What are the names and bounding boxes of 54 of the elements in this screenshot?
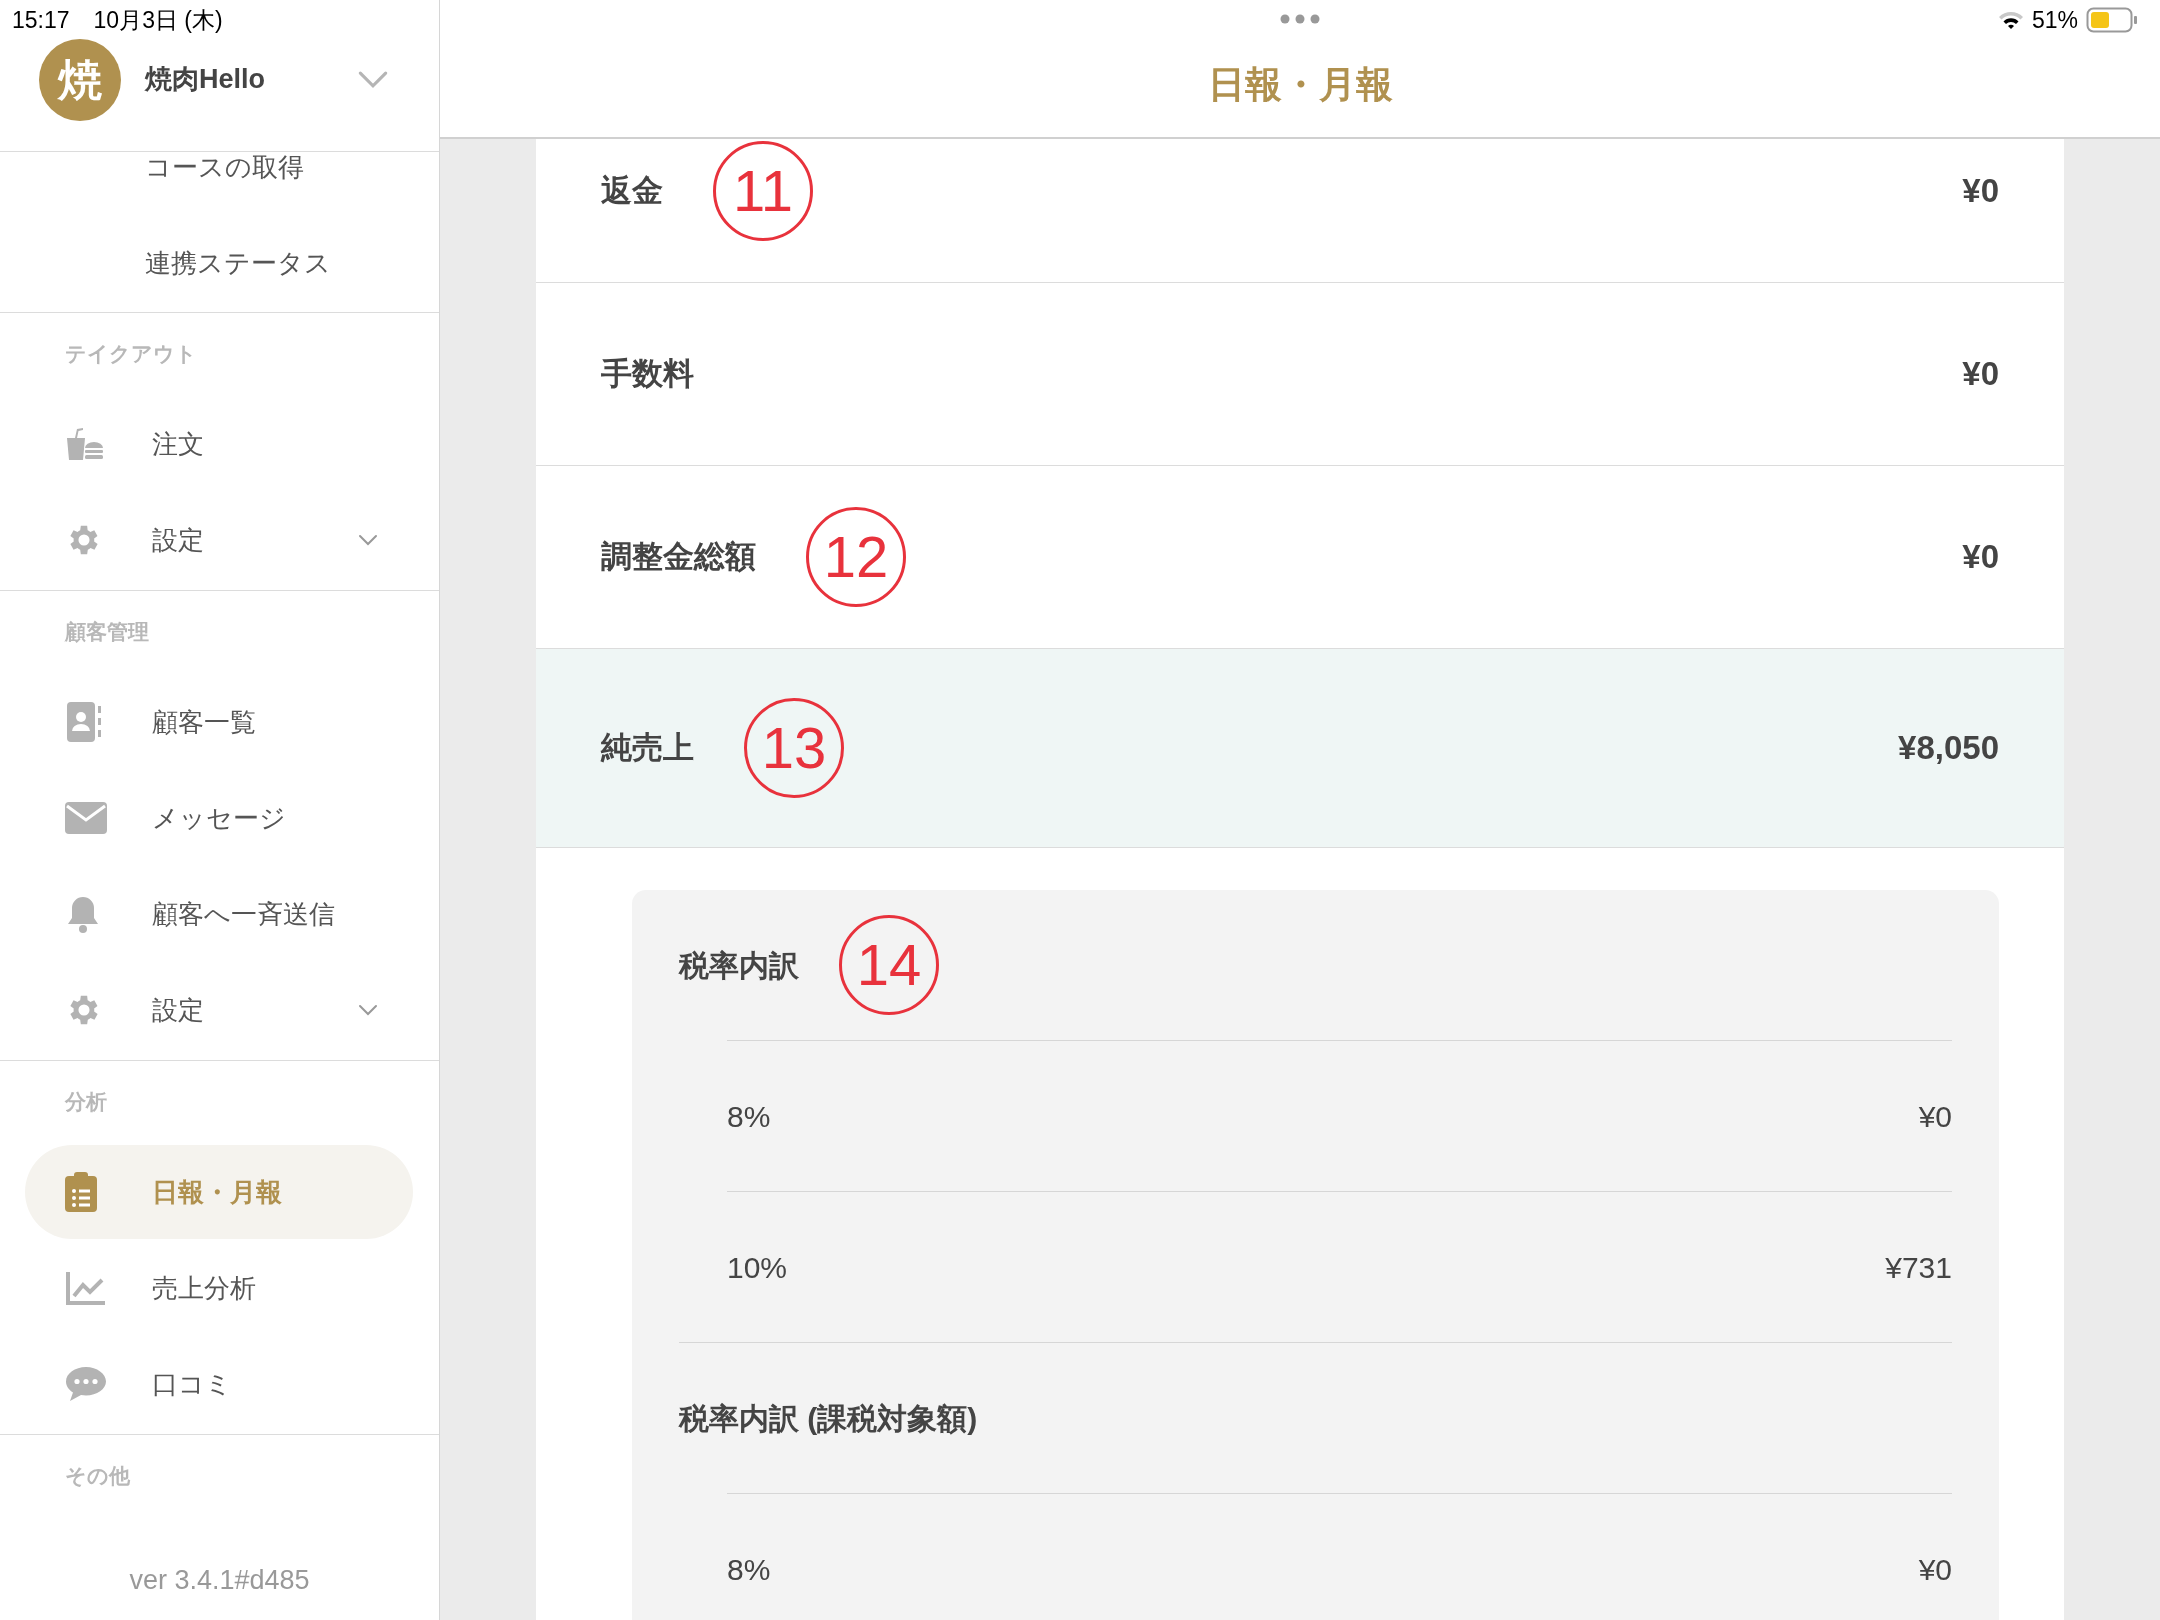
chevron-down-icon[interactable] [358, 1004, 378, 1016]
tax-amount: ¥0 [1918, 1551, 1952, 1588]
annotation-marker: 11 [713, 141, 813, 241]
sidebar-item[interactable]: 設定 [25, 963, 413, 1057]
sidebar-item[interactable]: メッセージ [25, 771, 413, 865]
sidebar-item[interactable]: 口コミ [25, 1337, 413, 1431]
section-title: 税率内訳 [679, 947, 799, 984]
section-title: 税率内訳 (課税対象額) [679, 1400, 978, 1437]
row-value: ¥0 [1962, 171, 1999, 212]
section-heading: 分析 [65, 1089, 107, 1116]
tax-rate: 8% [727, 1551, 771, 1588]
sidebar-item[interactable]: 注文 [25, 397, 413, 491]
battery-icon [2086, 7, 2138, 33]
annotation-marker: 14 [839, 915, 939, 1015]
tax-amount: ¥0 [1918, 1098, 1952, 1135]
status-time: 15:17 [12, 5, 70, 35]
status-date: 10月3日 (木) [93, 5, 223, 35]
battery-percent: 51% [2031, 5, 2078, 35]
section-heading: テイクアウト [65, 341, 197, 368]
annotation-marker: 13 [744, 698, 844, 798]
sidebar-item[interactable]: 売上分析 [25, 1241, 413, 1335]
chevron-down-icon[interactable] [358, 534, 378, 546]
section-heading: その他 [65, 1463, 130, 1490]
contact-card-icon [65, 702, 103, 742]
takeout-icon [65, 428, 105, 460]
annotation-marker: 12 [806, 507, 906, 607]
menu-item[interactable]: 連携ステータス [145, 243, 331, 283]
row-label: 純売上 [601, 728, 694, 767]
line-chart-icon [65, 1270, 107, 1306]
section-heading: 顧客管理 [65, 619, 149, 646]
page-title: 日報・月報 [1207, 66, 1393, 103]
dots-icon[interactable] [1279, 13, 1321, 25]
chat-bubble-icon [65, 1366, 107, 1402]
account-name: 焼肉Hello [145, 63, 265, 97]
clipboard-icon [65, 1172, 97, 1212]
tax-rate: 8% [727, 1098, 771, 1135]
version-label: ver 3.4.1#d485 [129, 1564, 310, 1597]
sidebar-item[interactable]: 顧客へ一斉送信 [25, 867, 413, 961]
mail-icon [65, 802, 107, 834]
row-value: ¥8,050 [1898, 728, 1999, 769]
wifi-icon [1997, 10, 2024, 30]
row-label: 調整金総額 [601, 537, 756, 576]
menu-item[interactable]: コースの取得 [145, 152, 304, 187]
row-label: 手数料 [601, 354, 694, 393]
tax-rate: 10% [727, 1249, 788, 1286]
avatar: 焼 [39, 38, 121, 121]
row-label: 返金 [601, 171, 663, 210]
chevron-down-icon[interactable] [357, 70, 389, 89]
bell-icon [65, 894, 101, 934]
row-value: ¥0 [1962, 354, 1999, 395]
sidebar-item[interactable]: 顧客一覧 [25, 675, 413, 769]
row-value: ¥0 [1962, 537, 1999, 578]
tax-amount: ¥731 [1885, 1249, 1952, 1286]
sidebar-item[interactable]: 設定 [25, 493, 413, 587]
